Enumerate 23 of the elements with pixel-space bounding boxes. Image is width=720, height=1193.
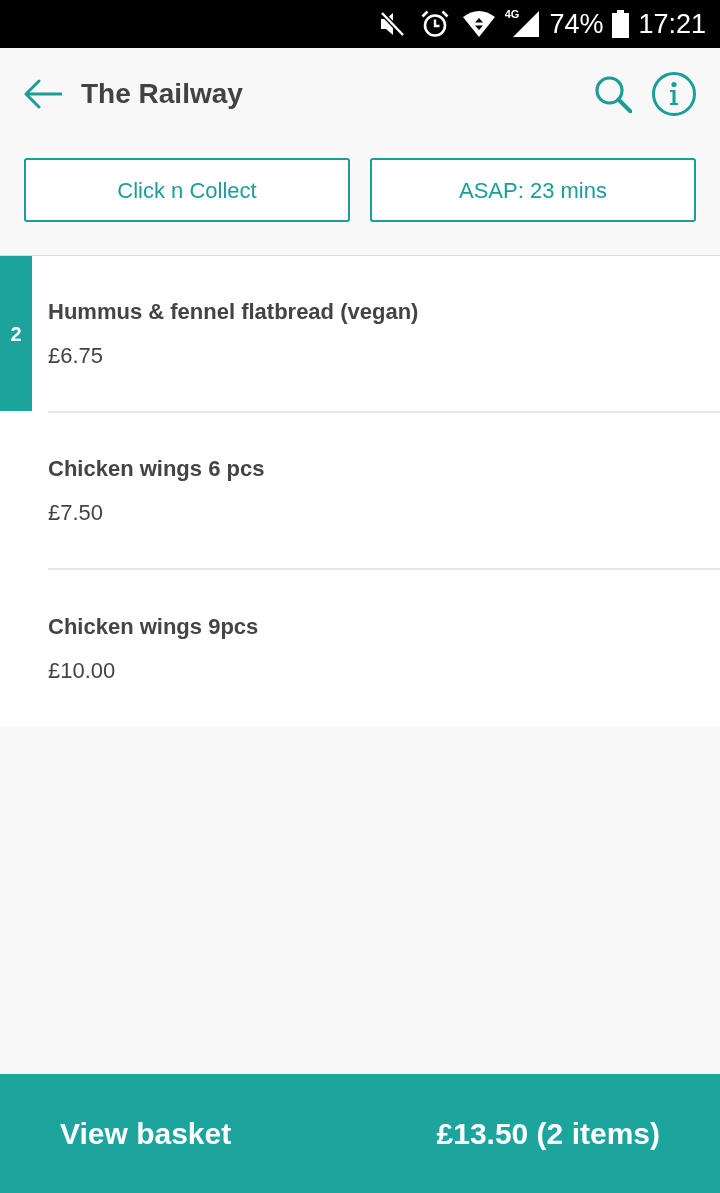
clock-time: 17:21 — [638, 10, 706, 38]
item-price: £10.00 — [48, 656, 117, 685]
search-icon[interactable] — [595, 75, 632, 113]
menu-item[interactable]: Hummus & fennel flatbread (vegan) £6.75 — [48, 256, 720, 413]
back-arrow-icon[interactable] — [24, 79, 62, 109]
menu-item[interactable]: Chicken wings 9pcs £10.00 — [48, 570, 720, 727]
quantity-indicator: 2 — [0, 256, 32, 411]
basket-label: View basket — [60, 1116, 232, 1152]
battery-icon — [612, 10, 630, 38]
item-name: Chicken wings 9pcs — [48, 612, 260, 641]
alarm-clock-icon — [420, 10, 449, 38]
battery-percentage: 74% — [549, 10, 604, 38]
item-name: Chicken wings 6 pcs — [48, 454, 266, 483]
item-price: £6.75 — [48, 341, 105, 370]
item-name: Hummus & fennel flatbread (vegan) — [48, 297, 420, 326]
network-type-label: 4G — [504, 9, 520, 20]
muted-speaker-icon — [378, 11, 405, 37]
page-title: The Railway — [81, 77, 243, 111]
wifi-icon — [462, 11, 495, 37]
basket-summary: £13.50 (2 items) — [436, 1116, 660, 1152]
info-icon[interactable] — [652, 72, 696, 116]
menu-item[interactable]: Chicken wings 6 pcs £7.50 — [48, 413, 720, 570]
item-price: £7.50 — [48, 498, 105, 527]
